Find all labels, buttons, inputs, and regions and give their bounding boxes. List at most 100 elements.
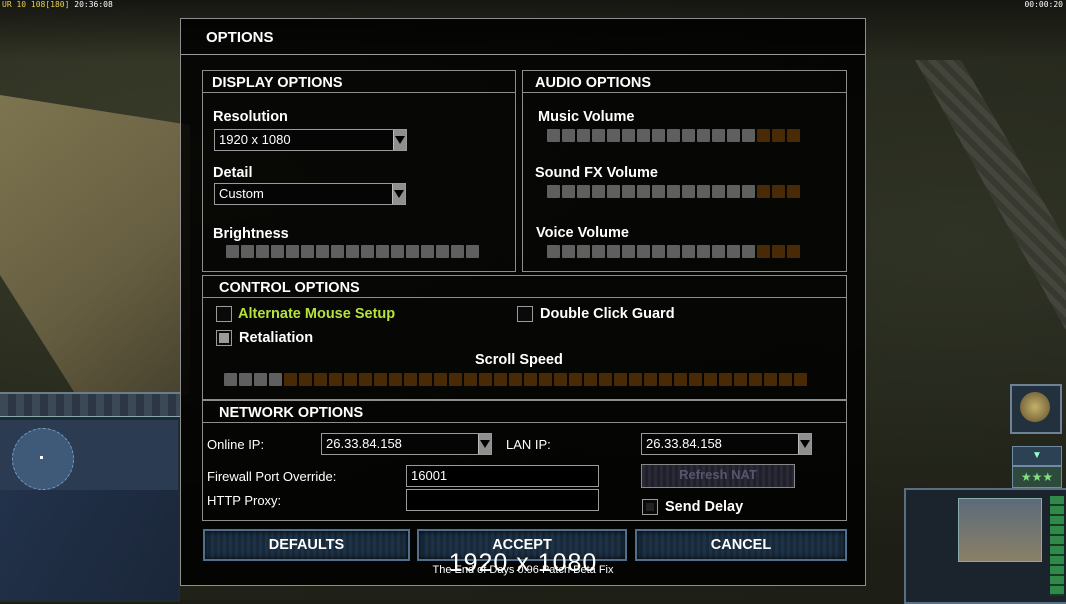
slider-segment[interactable] [667, 245, 680, 258]
slider-segment[interactable] [757, 185, 770, 198]
slider-segment[interactable] [406, 245, 419, 258]
slider-segment[interactable] [391, 245, 404, 258]
slider-segment[interactable] [547, 129, 560, 142]
slider-segment[interactable] [712, 185, 725, 198]
slider-segment[interactable] [329, 373, 342, 386]
slider-segment[interactable] [577, 245, 590, 258]
slider-segment[interactable] [479, 373, 492, 386]
slider-segment[interactable] [742, 245, 755, 258]
slider-segment[interactable] [787, 245, 800, 258]
chevron-down-icon[interactable] [393, 130, 406, 150]
slider-segment[interactable] [764, 373, 777, 386]
slider-segment[interactable] [772, 185, 785, 198]
slider-segment[interactable] [376, 245, 389, 258]
slider-segment[interactable] [607, 185, 620, 198]
slider-segment[interactable] [667, 185, 680, 198]
slider-segment[interactable] [697, 245, 710, 258]
chevron-down-icon[interactable] [798, 434, 811, 454]
slider-segment[interactable] [667, 129, 680, 142]
slider-segment[interactable] [509, 373, 522, 386]
slider-segment[interactable] [674, 373, 687, 386]
slider-segment[interactable] [577, 185, 590, 198]
chevron-down-icon[interactable] [478, 434, 491, 454]
slider-segment[interactable] [727, 185, 740, 198]
slider-segment[interactable] [344, 373, 357, 386]
slider-segment[interactable] [434, 373, 447, 386]
slider-segment[interactable] [742, 129, 755, 142]
brightness-slider[interactable] [226, 245, 479, 259]
slider-segment[interactable] [562, 245, 575, 258]
slider-segment[interactable] [241, 245, 254, 258]
slider-segment[interactable] [734, 373, 747, 386]
slider-segment[interactable] [419, 373, 432, 386]
slider-segment[interactable] [359, 373, 372, 386]
slider-segment[interactable] [592, 245, 605, 258]
slider-segment[interactable] [331, 245, 344, 258]
slider-segment[interactable] [637, 185, 650, 198]
slider-segment[interactable] [652, 245, 665, 258]
slider-segment[interactable] [682, 185, 695, 198]
slider-segment[interactable] [607, 245, 620, 258]
slider-segment[interactable] [704, 373, 717, 386]
detail-dropdown[interactable]: Custom [214, 183, 406, 205]
http-proxy-input[interactable] [406, 489, 599, 511]
slider-segment[interactable] [404, 373, 417, 386]
slider-segment[interactable] [577, 129, 590, 142]
slider-segment[interactable] [451, 245, 464, 258]
slider-segment[interactable] [682, 129, 695, 142]
rank-panel[interactable] [1010, 384, 1062, 434]
slider-segment[interactable] [314, 373, 327, 386]
slider-segment[interactable] [224, 373, 237, 386]
slider-segment[interactable] [286, 245, 299, 258]
slider-segment[interactable] [622, 245, 635, 258]
slider-segment[interactable] [742, 185, 755, 198]
slider-segment[interactable] [622, 129, 635, 142]
slider-segment[interactable] [449, 373, 462, 386]
alternate-mouse-label[interactable]: Alternate Mouse Setup [238, 306, 395, 322]
unit-portrait[interactable] [958, 498, 1042, 562]
send-delay-label[interactable]: Send Delay [665, 499, 743, 515]
firewall-port-input[interactable]: 16001 [406, 465, 599, 487]
slider-segment[interactable] [547, 245, 560, 258]
slider-segment[interactable] [226, 245, 239, 258]
send-delay-checkbox[interactable] [642, 499, 658, 515]
slider-segment[interactable] [524, 373, 537, 386]
slider-segment[interactable] [301, 245, 314, 258]
slider-segment[interactable] [622, 185, 635, 198]
slider-segment[interactable] [697, 185, 710, 198]
slider-segment[interactable] [697, 129, 710, 142]
chevron-down-icon[interactable] [392, 184, 405, 204]
retaliation-checkbox[interactable] [216, 330, 232, 346]
refresh-nat-button[interactable]: Refresh NAT [641, 464, 795, 488]
online-ip-dropdown[interactable]: 26.33.84.158 [321, 433, 492, 455]
sound-fx-volume-slider[interactable] [547, 185, 800, 199]
resolution-dropdown[interactable]: 1920 x 1080 [214, 129, 407, 151]
slider-segment[interactable] [652, 129, 665, 142]
slider-segment[interactable] [772, 129, 785, 142]
slider-segment[interactable] [562, 129, 575, 142]
slider-segment[interactable] [727, 129, 740, 142]
slider-segment[interactable] [629, 373, 642, 386]
slider-segment[interactable] [772, 245, 785, 258]
double-click-guard-label[interactable]: Double Click Guard [540, 306, 675, 322]
slider-segment[interactable] [316, 245, 329, 258]
slider-segment[interactable] [719, 373, 732, 386]
slider-segment[interactable] [254, 373, 267, 386]
slider-segment[interactable] [682, 245, 695, 258]
down-arrow-icon[interactable]: ▼ [1012, 446, 1062, 466]
slider-segment[interactable] [269, 373, 282, 386]
slider-segment[interactable] [787, 129, 800, 142]
slider-segment[interactable] [592, 129, 605, 142]
slider-segment[interactable] [494, 373, 507, 386]
slider-segment[interactable] [464, 373, 477, 386]
slider-segment[interactable] [712, 129, 725, 142]
slider-segment[interactable] [284, 373, 297, 386]
slider-segment[interactable] [637, 129, 650, 142]
slider-segment[interactable] [652, 185, 665, 198]
slider-segment[interactable] [757, 129, 770, 142]
slider-segment[interactable] [554, 373, 567, 386]
slider-segment[interactable] [592, 185, 605, 198]
slider-segment[interactable] [239, 373, 252, 386]
music-volume-slider[interactable] [547, 129, 800, 143]
slider-segment[interactable] [569, 373, 582, 386]
